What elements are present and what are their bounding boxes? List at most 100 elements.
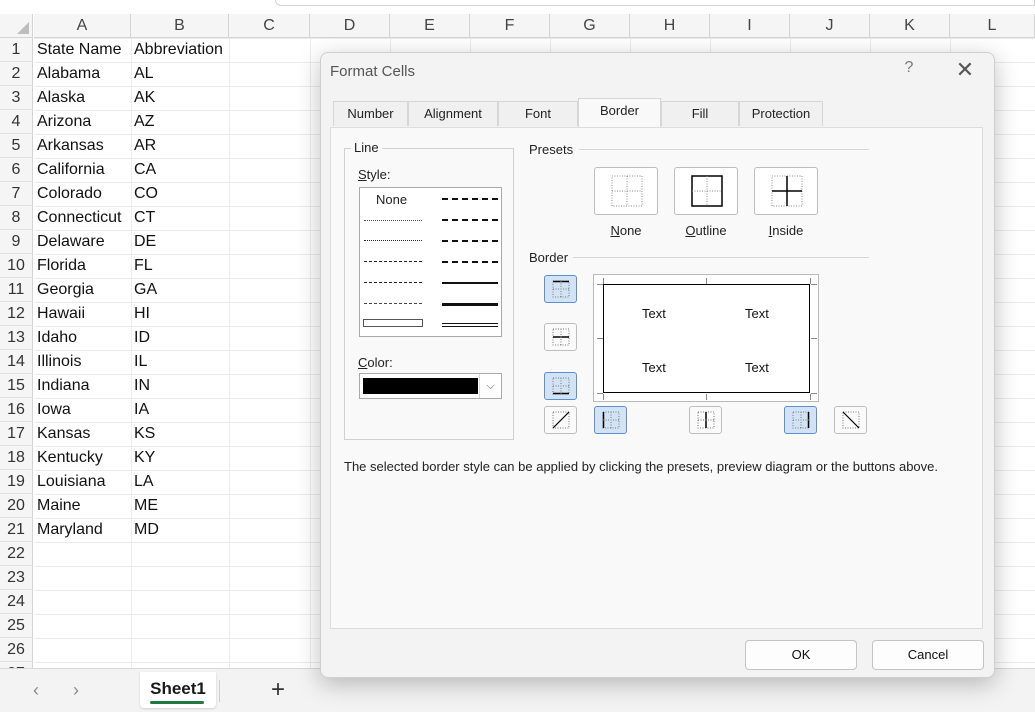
cell-b21[interactable]: MD — [134, 518, 159, 542]
cell-b20[interactable]: ME — [134, 494, 158, 518]
row-header-8[interactable]: 8 — [0, 206, 33, 230]
line-style-double[interactable] — [442, 323, 498, 327]
cell-a21[interactable]: Maryland — [37, 518, 103, 542]
border-right-button[interactable] — [784, 406, 817, 434]
cell-b3[interactable]: AK — [134, 86, 155, 110]
cell-b8[interactable]: CT — [134, 206, 155, 230]
cell-a2[interactable]: Alabama — [37, 62, 100, 86]
column-header-j[interactable]: J — [790, 14, 870, 38]
cell-b17[interactable]: KS — [134, 422, 155, 446]
cell-b15[interactable]: IN — [134, 374, 150, 398]
line-style-dash-dot-dot-thin[interactable] — [364, 261, 422, 262]
row-header-22[interactable]: 22 — [0, 542, 33, 566]
row-header-20[interactable]: 20 — [0, 494, 33, 518]
help-icon[interactable]: ? — [899, 59, 919, 81]
tab-number[interactable]: Number — [333, 101, 408, 126]
row-header-23[interactable]: 23 — [0, 566, 33, 590]
tab-font[interactable]: Font — [498, 101, 578, 126]
tab-border[interactable]: Border — [578, 98, 661, 127]
row-header-24[interactable]: 24 — [0, 590, 33, 614]
cell-b10[interactable]: FL — [134, 254, 153, 278]
column-header-g[interactable]: G — [550, 14, 630, 38]
cell-b11[interactable]: GA — [134, 278, 157, 302]
row-header-11[interactable]: 11 — [0, 278, 33, 302]
row-header-19[interactable]: 19 — [0, 470, 33, 494]
cell-a17[interactable]: Kansas — [37, 422, 90, 446]
row-header-5[interactable]: 5 — [0, 134, 33, 158]
cell-b14[interactable]: IL — [134, 350, 147, 374]
column-header-e[interactable]: E — [390, 14, 470, 38]
cell-b2[interactable]: AL — [134, 62, 154, 86]
column-header-i[interactable]: I — [710, 14, 790, 38]
line-style-dashed-thin[interactable] — [364, 303, 422, 304]
cell-a4[interactable]: Arizona — [37, 110, 91, 134]
row-header-12[interactable]: 12 — [0, 302, 33, 326]
row-header-2[interactable]: 2 — [0, 62, 33, 86]
cell-a19[interactable]: Louisiana — [37, 470, 106, 494]
cell-a7[interactable]: Colorado — [37, 182, 102, 206]
cell-a11[interactable]: Georgia — [37, 278, 94, 302]
line-style-medium[interactable] — [442, 282, 498, 284]
row-header-26[interactable]: 26 — [0, 638, 33, 662]
line-style-medium-dash-dot-dot[interactable] — [442, 198, 498, 200]
color-picker[interactable]: ⌵ — [359, 373, 502, 399]
border-diagonal-down-button[interactable] — [834, 406, 867, 434]
row-header-15[interactable]: 15 — [0, 374, 33, 398]
cancel-button[interactable]: Cancel — [872, 640, 984, 670]
cell-a13[interactable]: Idaho — [37, 326, 77, 350]
row-header-6[interactable]: 6 — [0, 158, 33, 182]
ok-button[interactable]: OK — [745, 640, 857, 670]
cell-a18[interactable]: Kentucky — [37, 446, 103, 470]
cell-a15[interactable]: Indiana — [37, 374, 90, 398]
line-style-dash-dot-thin[interactable] — [364, 282, 422, 283]
cell-a16[interactable]: Iowa — [37, 398, 71, 422]
border-inside-horizontal-button[interactable] — [544, 323, 577, 351]
row-header-7[interactable]: 7 — [0, 182, 33, 206]
tab-protection[interactable]: Protection — [739, 101, 823, 126]
cell-b9[interactable]: DE — [134, 230, 156, 254]
column-header-f[interactable]: F — [470, 14, 550, 38]
row-header-25[interactable]: 25 — [0, 614, 33, 638]
column-header-l[interactable]: L — [950, 14, 1035, 38]
cell-b5[interactable]: AR — [134, 134, 156, 158]
column-header-h[interactable]: H — [630, 14, 710, 38]
line-style-none[interactable]: None — [376, 192, 407, 207]
row-header-3[interactable]: 3 — [0, 86, 33, 110]
row-header-18[interactable]: 18 — [0, 446, 33, 470]
row-header-16[interactable]: 16 — [0, 398, 33, 422]
add-sheet-button[interactable]: + — [266, 678, 290, 702]
cell-a20[interactable]: Maine — [37, 494, 81, 518]
preset-none-button[interactable] — [594, 167, 658, 215]
preset-outline-button[interactable] — [674, 167, 738, 215]
cell-a8[interactable]: Connecticut — [37, 206, 122, 230]
line-style-slanted-dash-dot[interactable] — [442, 219, 498, 221]
line-style-medium-dash-dot[interactable] — [442, 240, 498, 242]
prev-sheet-button[interactable]: ‹ — [26, 680, 46, 700]
cell-b16[interactable]: IA — [134, 398, 149, 422]
tab-alignment[interactable]: Alignment — [408, 101, 498, 126]
cell-b18[interactable]: KY — [134, 446, 155, 470]
line-style-thick[interactable] — [442, 303, 498, 306]
cell-a12[interactable]: Hawaii — [37, 302, 85, 326]
row-header-21[interactable]: 21 — [0, 518, 33, 542]
cell-a3[interactable]: Alaska — [37, 86, 85, 110]
cell-b19[interactable]: LA — [134, 470, 154, 494]
tab-fill[interactable]: Fill — [661, 101, 739, 126]
cell-a1[interactable]: State Name — [37, 38, 121, 62]
border-left-button[interactable] — [594, 406, 627, 434]
column-header-d[interactable]: D — [310, 14, 390, 38]
row-header-10[interactable]: 10 — [0, 254, 33, 278]
cell-a10[interactable]: Florida — [37, 254, 86, 278]
cell-b4[interactable]: AZ — [134, 110, 154, 134]
line-style-thin-selected[interactable] — [363, 319, 423, 327]
cell-a6[interactable]: California — [37, 158, 105, 182]
row-header-1[interactable]: 1 — [0, 38, 33, 62]
close-icon[interactable]: ✕ — [954, 59, 976, 81]
select-all-corner[interactable] — [0, 14, 33, 38]
border-bottom-button[interactable] — [544, 372, 577, 400]
cell-a9[interactable]: Delaware — [37, 230, 105, 254]
cell-b13[interactable]: ID — [134, 326, 150, 350]
row-header-13[interactable]: 13 — [0, 326, 33, 350]
chevron-down-icon[interactable]: ⌵ — [479, 374, 501, 398]
row-header-17[interactable]: 17 — [0, 422, 33, 446]
